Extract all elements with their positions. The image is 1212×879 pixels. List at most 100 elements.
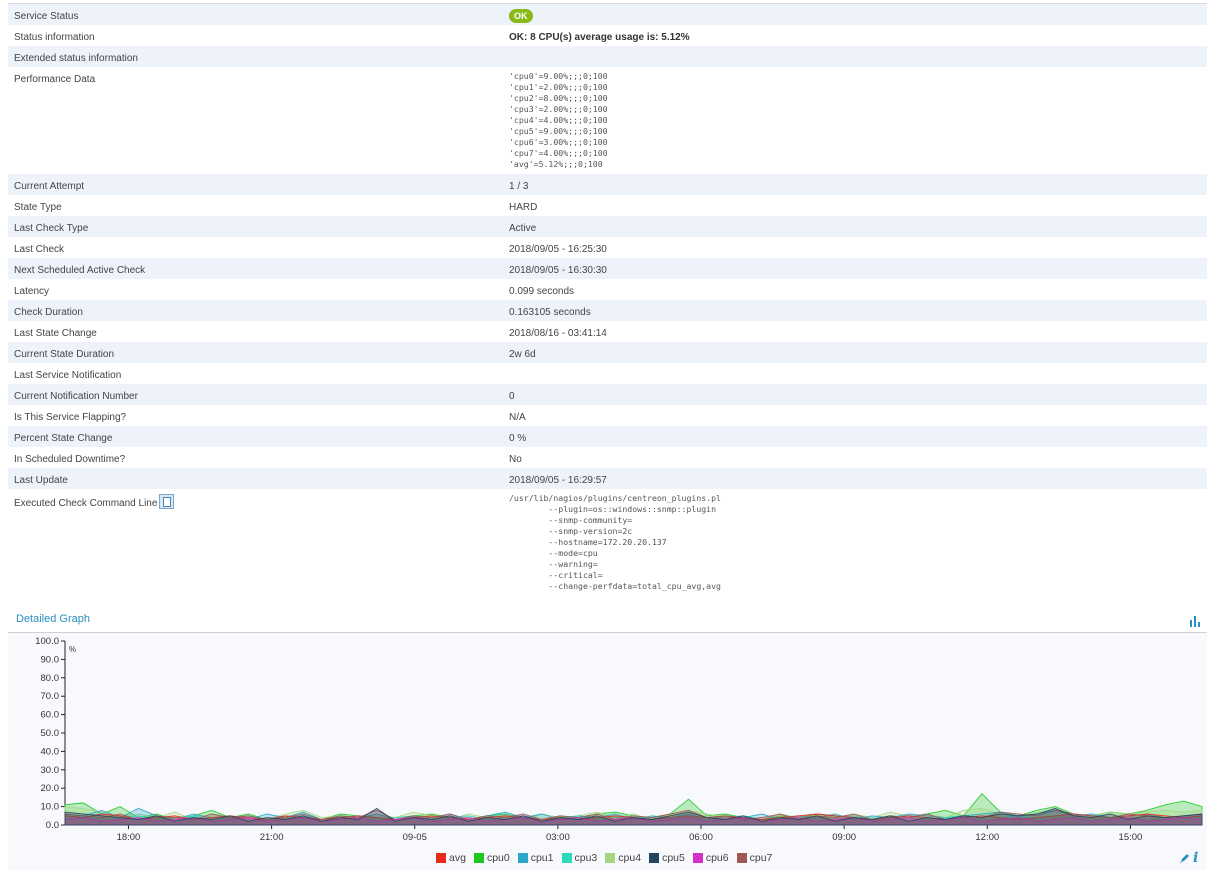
info-label: Current Notification Number — [14, 391, 138, 402]
info-value-cell: 2018/09/05 - 16:29:57 — [509, 468, 1207, 489]
info-row: Extended status information — [8, 46, 1207, 67]
x-tick-label: 03:00 — [546, 832, 570, 843]
info-value: Active — [509, 223, 537, 234]
info-label-cell: Last Check Type — [8, 216, 509, 237]
info-value-cell: 2018/08/16 - 03:41:14 — [509, 321, 1207, 342]
info-row: Executed Check Command Line/usr/lib/nagi… — [8, 489, 1207, 596]
status-badge: OK — [509, 9, 533, 23]
info-label-cell: Status information — [8, 25, 509, 46]
legend-label: cpu3 — [574, 852, 598, 864]
info-value-cell: 2w 6d — [509, 342, 1207, 363]
info-row: Service Status OK — [8, 4, 1207, 25]
info-value-cell: No — [509, 447, 1207, 468]
info-row: Last Check Type Active — [8, 216, 1207, 237]
info-value: 0.163105 seconds — [509, 307, 591, 318]
legend-item[interactable]: avg — [436, 852, 466, 864]
detailed-graph-title[interactable]: Detailed Graph — [16, 613, 90, 625]
legend-item[interactable]: cpu0 — [473, 852, 510, 864]
legend-label: cpu4 — [618, 852, 642, 864]
x-tick-label: 12:00 — [975, 832, 999, 843]
copy-clipboard-icon[interactable] — [159, 494, 175, 509]
info-row: Last State Change 2018/08/16 - 03:41:14 — [8, 321, 1207, 342]
legend-item[interactable]: cpu3 — [561, 852, 598, 864]
info-row: Last Check 2018/09/05 - 16:25:30 — [8, 237, 1207, 258]
pencil-icon[interactable] — [1179, 853, 1190, 864]
info-row: Last Update 2018/09/05 - 16:29:57 — [8, 468, 1207, 489]
legend-item[interactable]: cpu1 — [517, 852, 554, 864]
legend-label: cpu7 — [749, 852, 773, 864]
bar-chart-icon[interactable] — [1189, 615, 1201, 627]
y-tick-label: 80.0 — [41, 673, 60, 684]
info-icon[interactable]: i — [1193, 850, 1198, 866]
legend-label: avg — [449, 852, 466, 864]
info-value-cell: Active — [509, 216, 1207, 237]
y-tick-label: 50.0 — [41, 728, 60, 739]
info-value-mono: /usr/lib/nagios/plugins/centreon_plugins… — [509, 493, 721, 591]
info-label: Current State Duration — [14, 349, 115, 360]
info-value-cell: 0 — [509, 384, 1207, 405]
info-label-cell: Last State Change — [8, 321, 509, 342]
info-value-cell: 'cpu0'=9.00%;;;0;100 'cpu1'=2.00%;;;0;10… — [509, 67, 1207, 174]
info-row: Current Attempt 1 / 3 — [8, 174, 1207, 195]
info-row: Last Service Notification — [8, 363, 1207, 384]
y-tick-label: 60.0 — [41, 710, 60, 721]
y-tick-label: 30.0 — [41, 765, 60, 776]
info-value: 2018/09/05 - 16:29:57 — [509, 475, 607, 486]
info-row: Performance Data 'cpu0'=9.00%;;;0;100 'cp… — [8, 67, 1207, 174]
info-value-cell: HARD — [509, 195, 1207, 216]
legend-item[interactable]: cpu6 — [692, 852, 729, 864]
x-tick-label: 15:00 — [1119, 832, 1143, 843]
legend-item[interactable]: cpu7 — [736, 852, 773, 864]
legend-swatch — [561, 853, 572, 863]
cpu-usage-chart: 0.0 10.0 20.0 30.0 40.0 50.0 60.0 70.0 80.0 90.0 1… — [35, 636, 1203, 843]
info-label: Latency — [14, 286, 50, 297]
info-label-cell: Is This Service Flapping? — [8, 405, 509, 426]
info-label: Percent State Change — [14, 433, 113, 444]
legend-label: cpu1 — [530, 852, 554, 864]
info-value: 0.099 seconds — [509, 286, 575, 297]
y-tick-label: 100.0 — [35, 636, 59, 647]
info-label: Service Status — [14, 11, 79, 22]
info-value: 2018/09/05 - 16:30:30 — [509, 265, 607, 276]
info-value-cell: 0.099 seconds — [509, 279, 1207, 300]
info-row: Check Duration 0.163105 seconds — [8, 300, 1207, 321]
legend-item[interactable]: cpu4 — [605, 852, 641, 864]
graph-area: 0.0 10.0 20.0 30.0 40.0 50.0 60.0 70.0 80.0 90.0 1… — [8, 633, 1207, 870]
x-tick-label: 09-05 — [403, 832, 427, 843]
y-tick-label: 20.0 — [41, 783, 60, 794]
service-details: Service Status OK Status information OK: 8 … — [8, 3, 1207, 596]
y-tick-label: 70.0 — [41, 691, 60, 702]
info-row: Current Notification Number 0 — [8, 384, 1207, 405]
info-row: Next Scheduled Active Check 2018/09/05 - … — [8, 258, 1207, 279]
y-tick-label: 40.0 — [41, 746, 60, 757]
info-value-cell — [509, 46, 1207, 67]
info-label: Last Check Type — [14, 223, 89, 234]
legend-swatch — [736, 853, 747, 863]
info-row: Is This Service Flapping? N/A — [8, 405, 1207, 426]
info-label-cell: Service Status — [8, 4, 509, 25]
y-tick-label: 0.0 — [46, 820, 59, 831]
info-value: HARD — [509, 202, 538, 213]
info-label: Last Check — [14, 244, 65, 255]
legend-swatch — [649, 853, 660, 863]
info-value-cell: OK: 8 CPU(s) average usage is: 5.12% — [509, 25, 1207, 46]
info-value-cell: 2018/09/05 - 16:25:30 — [509, 237, 1207, 258]
info-label: Is This Service Flapping? — [14, 412, 127, 423]
x-tick-label: 06:00 — [689, 832, 713, 843]
legend-item[interactable]: cpu5 — [649, 852, 685, 864]
info-value: 2018/08/16 - 03:41:14 — [509, 328, 607, 339]
info-label-cell: Current Notification Number — [8, 384, 509, 405]
info-row: Status information OK: 8 CPU(s) average u… — [8, 25, 1207, 46]
legend-label: cpu5 — [662, 852, 685, 864]
info-label: Last State Change — [14, 328, 97, 339]
y-axis-unit-label: % — [69, 645, 76, 654]
info-row: Percent State Change 0 % — [8, 426, 1207, 447]
info-label-cell: Last Check — [8, 237, 509, 258]
info-label-cell: Executed Check Command Line — [8, 489, 509, 596]
info-label: In Scheduled Downtime? — [14, 454, 126, 465]
legend-swatch — [473, 853, 484, 863]
info-value: 0 % — [509, 433, 527, 444]
chart-legend: avg cpu0 cpu1 cpu3 cpu4 cpu5 cpu6 cpu7 — [436, 852, 772, 864]
x-tick-label: 21:00 — [260, 832, 284, 843]
info-label: Check Duration — [14, 307, 83, 318]
